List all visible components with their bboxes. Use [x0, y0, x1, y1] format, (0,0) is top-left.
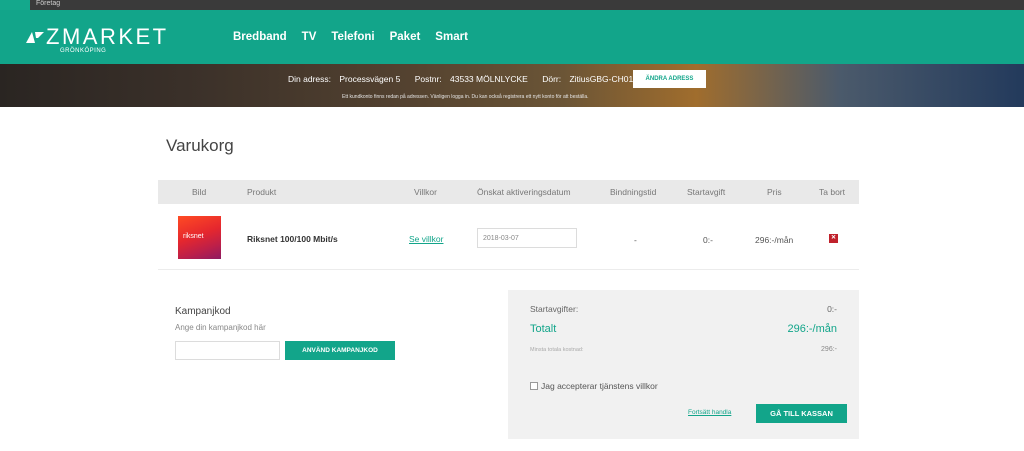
apply-campaign-button[interactable]: ANVÄND KAMPANJKOD [285, 341, 395, 360]
campaign-hint: Ange din kampanjkod här [175, 323, 266, 332]
start-fees-label: Startavgifter: [530, 304, 579, 314]
change-address-button[interactable]: ÄNDRA ADRESS [633, 70, 706, 88]
postnr-text: Postnr: 43533 MÖLNLYCKE [414, 74, 528, 84]
cart-table-header: Bild Produkt Villkor Önskat aktiveringsd… [158, 180, 859, 204]
terms-link[interactable]: Se villkor [409, 234, 443, 244]
remove-item-button[interactable]: ✕ [829, 234, 838, 243]
col-bindningstid: Bindningstid [610, 187, 657, 197]
address-banner: Din adress: Processvägen 5 Postnr: 43533… [0, 64, 1024, 107]
nav-item-smart[interactable]: Smart [435, 31, 468, 43]
campaign-section: Kampanjkod Ange din kampanjkod här ANVÄN… [175, 306, 395, 360]
address-label-text: Din adress: Processvägen 5 [288, 74, 401, 84]
site-header: ZMARKET GRÖNKÖPING Bredband TV Telefoni … [0, 10, 1024, 64]
top-tab-foretag[interactable]: Företag [36, 0, 60, 7]
campaign-code-input[interactable] [175, 341, 280, 360]
nav-item-tv[interactable]: TV [302, 31, 317, 43]
door-text: Dörr: ZitiusGBG-CH01 [542, 74, 634, 84]
address-line: Din adress: Processvägen 5 Postnr: 43533… [288, 74, 645, 84]
col-produkt: Produkt [247, 187, 277, 197]
campaign-title: Kampanjkod [175, 306, 231, 317]
top-tab-hem[interactable] [0, 0, 30, 10]
main-nav: Bredband TV Telefoni Paket Smart [233, 31, 468, 43]
product-image-logo: riksnet [183, 233, 204, 240]
total-label: Totalt [530, 323, 557, 335]
order-summary: Startavgifter: 0:- Totalt 296:-/mån Mins… [508, 290, 859, 439]
brand-name: ZMARKET [46, 24, 169, 49]
nav-item-paket[interactable]: Paket [390, 31, 421, 43]
zmarket-logo-icon [26, 32, 44, 43]
close-icon: ✕ [830, 235, 837, 241]
min-cost-value: 296:- [821, 346, 837, 353]
continue-shopping-link[interactable]: Fortsätt handla [688, 409, 731, 416]
binding-value: - [634, 235, 637, 245]
product-name: Riksnet 100/100 Mbit/s [247, 234, 338, 244]
col-pris: Pris [767, 187, 782, 197]
activation-date-input[interactable] [477, 228, 577, 248]
col-villkor: Villkor [414, 187, 437, 197]
checkout-button[interactable]: GÅ TILL KASSAN [756, 404, 847, 423]
col-activation-date: Önskat aktiveringsdatum [477, 187, 571, 197]
account-notice: Ett kundkonto finns redan på adressen. V… [342, 94, 589, 100]
start-fees-value: 0:- [827, 304, 837, 314]
accept-terms-label: Jag accepterar tjänstens villkor [541, 381, 658, 391]
accept-terms[interactable]: Jag accepterar tjänstens villkor [530, 381, 658, 391]
col-startavgift: Startavgift [687, 187, 726, 197]
nav-item-bredband[interactable]: Bredband [233, 31, 287, 43]
start-fee-value: 0:- [703, 235, 713, 245]
nav-item-telefoni[interactable]: Telefoni [331, 31, 374, 43]
browser-top-bar: Företag [0, 0, 1024, 10]
col-bild: Bild [192, 187, 207, 197]
price-value: 296:-/mån [755, 235, 794, 245]
page-title: Varukorg [166, 136, 234, 155]
total-value: 296:-/mån [787, 323, 837, 335]
col-ta-bort: Ta bort [819, 187, 845, 197]
accept-terms-checkbox[interactable] [530, 382, 538, 390]
table-row: riksnet Riksnet 100/100 Mbit/s Se villko… [158, 204, 859, 270]
brand-sub: GRÖNKÖPING [60, 48, 107, 54]
product-image: riksnet [178, 216, 221, 259]
min-cost-label: Minsta totala kostnad: [530, 347, 584, 353]
